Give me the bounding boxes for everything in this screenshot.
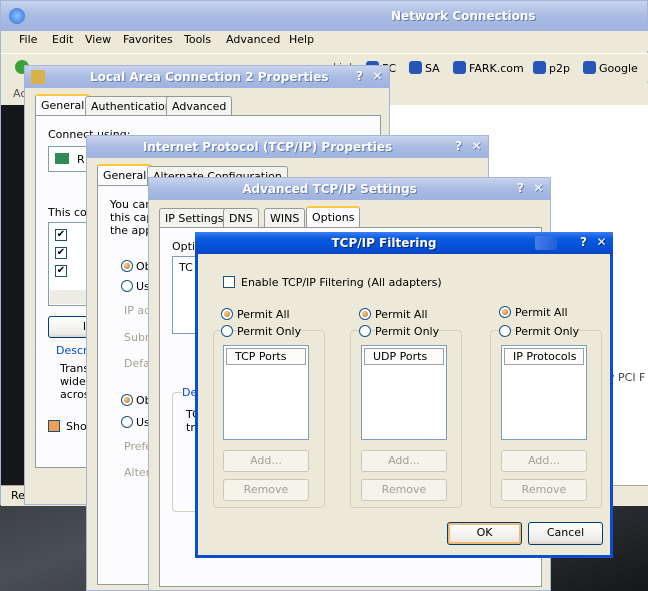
link-sa[interactable]: SA [409,61,440,75]
menu-advanced[interactable]: Advanced [226,33,280,46]
component-checkbox[interactable]: ✔ [55,247,67,259]
udp-permit-all-radio[interactable] [359,308,371,320]
lac2-titlebar[interactable]: Local Area Connection 2 Properties ? ✕ [25,66,389,88]
ip-permit-all-label: Permit All [515,306,568,319]
udp-permit-only-radio[interactable] [359,325,371,337]
link-icon [583,61,596,74]
ip-protocols-list: IP Protocols [501,345,587,440]
close-icon[interactable]: ✕ [469,139,484,154]
menu-tools[interactable]: Tools [184,33,211,46]
adapter-icon [55,153,69,164]
help-icon[interactable]: ? [352,69,367,84]
optional-setting-item[interactable]: TC [179,261,193,274]
udp-permit-all-label: Permit All [375,308,428,321]
network-connections-titlebar[interactable]: Network Connections [1,1,647,31]
adapter-name: R [77,153,85,166]
menu-favorites[interactable]: Favorites [123,33,173,46]
menu-bar: File Edit View Favorites Tools Advanced … [1,31,648,51]
ip-protocols-header[interactable]: IP Protocols [504,348,584,365]
window-title: Network Connections [391,9,536,23]
ip-permit-only-radio[interactable] [499,325,511,337]
link-icon [409,61,422,74]
tab-authentication[interactable]: Authentication [85,96,178,116]
menu-view[interactable]: View [85,33,111,46]
ip-remove-button[interactable]: Remove [501,479,587,501]
tab-ip-settings[interactable]: IP Settings [159,208,230,228]
tab-options[interactable]: Options [306,206,361,228]
tab-dns[interactable]: DNS [223,208,259,228]
lac2-title: Local Area Connection 2 Properties [90,70,329,84]
udp-remove-button[interactable]: Remove [361,479,447,501]
intro-line: You car [110,198,150,211]
tcp-add-button[interactable]: Add... [223,450,309,472]
tab-wins[interactable]: WINS [264,208,306,228]
tcp-permit-all-label: Permit All [237,308,290,321]
tcp-ports-header[interactable]: TCP Ports [226,348,306,365]
enable-filtering-checkbox[interactable] [223,276,235,288]
tcp-ports-list: TCP Ports [223,345,309,440]
description-line: wide [60,375,86,388]
component-checkbox[interactable]: ✔ [55,265,67,277]
link-p2p[interactable]: p2p [533,61,570,75]
tcp-permit-all-radio[interactable] [221,308,233,320]
tab-advanced[interactable]: Advanced [166,96,233,116]
udp-ports-list: UDP Ports [361,345,447,440]
udp-add-button[interactable]: Add... [361,450,447,472]
ip-add-button[interactable]: Add... [501,450,587,472]
description-line: Trans [60,362,90,375]
tcpip-titlebar[interactable]: Internet Protocol (TCP/IP) Properties ? … [87,136,488,158]
ip-permit-all-radio[interactable] [499,306,511,318]
enable-filtering-label: Enable TCP/IP Filtering (All adapters) [241,276,442,289]
cancel-button[interactable]: Cancel [528,522,603,545]
link-google[interactable]: Google [583,61,638,75]
udp-permit-only-label: Permit Only [375,325,440,338]
menu-help[interactable]: Help [289,33,314,46]
ip-permit-only-label: Permit Only [515,325,580,338]
tab-general[interactable]: General [35,94,91,116]
tcp-permit-only-radio[interactable] [221,325,233,337]
menu-file[interactable]: File [19,33,37,46]
tcpip-filtering-dialog: TCP/IP Filtering ? ✕ Enable TCP/IP Filte… [195,232,613,558]
tcpip-title: Internet Protocol (TCP/IP) Properties [142,140,393,154]
component-checkbox[interactable]: ✔ [55,229,67,241]
menu-edit[interactable]: Edit [52,33,73,46]
close-icon[interactable]: ✕ [594,235,609,250]
tab-general[interactable]: General [97,164,153,186]
link-fark[interactable]: FARK.com [453,61,524,75]
network-icon [31,70,45,84]
link-icon [453,61,466,74]
network-folder-icon [9,8,25,24]
filtering-titlebar[interactable]: TCP/IP Filtering ? ✕ [195,232,613,254]
windows-logo-icon [535,236,557,250]
ok-button[interactable]: OK [447,522,522,545]
obtain-ip-radio[interactable] [121,260,133,272]
tcp-permit-only-label: Permit Only [237,325,302,338]
filtering-title: TCP/IP Filtering [331,236,437,250]
obtain-dns-radio[interactable] [121,394,133,406]
advanced-titlebar[interactable]: Advanced TCP/IP Settings ? ✕ [149,178,550,200]
close-icon[interactable]: ✕ [370,69,385,84]
advanced-title: Advanced TCP/IP Settings [242,182,417,196]
use-dns-radio[interactable] [121,416,133,428]
help-icon[interactable]: ? [451,139,466,154]
udp-ports-header[interactable]: UDP Ports [364,348,444,365]
status-text: Re [11,489,25,502]
help-icon[interactable]: ? [513,181,528,196]
show-icon-checkbox[interactable] [48,420,60,432]
gateway-label: Defa [124,357,150,370]
tcp-remove-button[interactable]: Remove [223,479,309,501]
close-icon[interactable]: ✕ [531,181,546,196]
left-pane [1,105,25,485]
use-ip-radio[interactable] [121,280,133,292]
link-icon [533,61,546,74]
help-icon[interactable]: ? [576,235,591,250]
device-name-text: y PCI F [608,371,646,384]
